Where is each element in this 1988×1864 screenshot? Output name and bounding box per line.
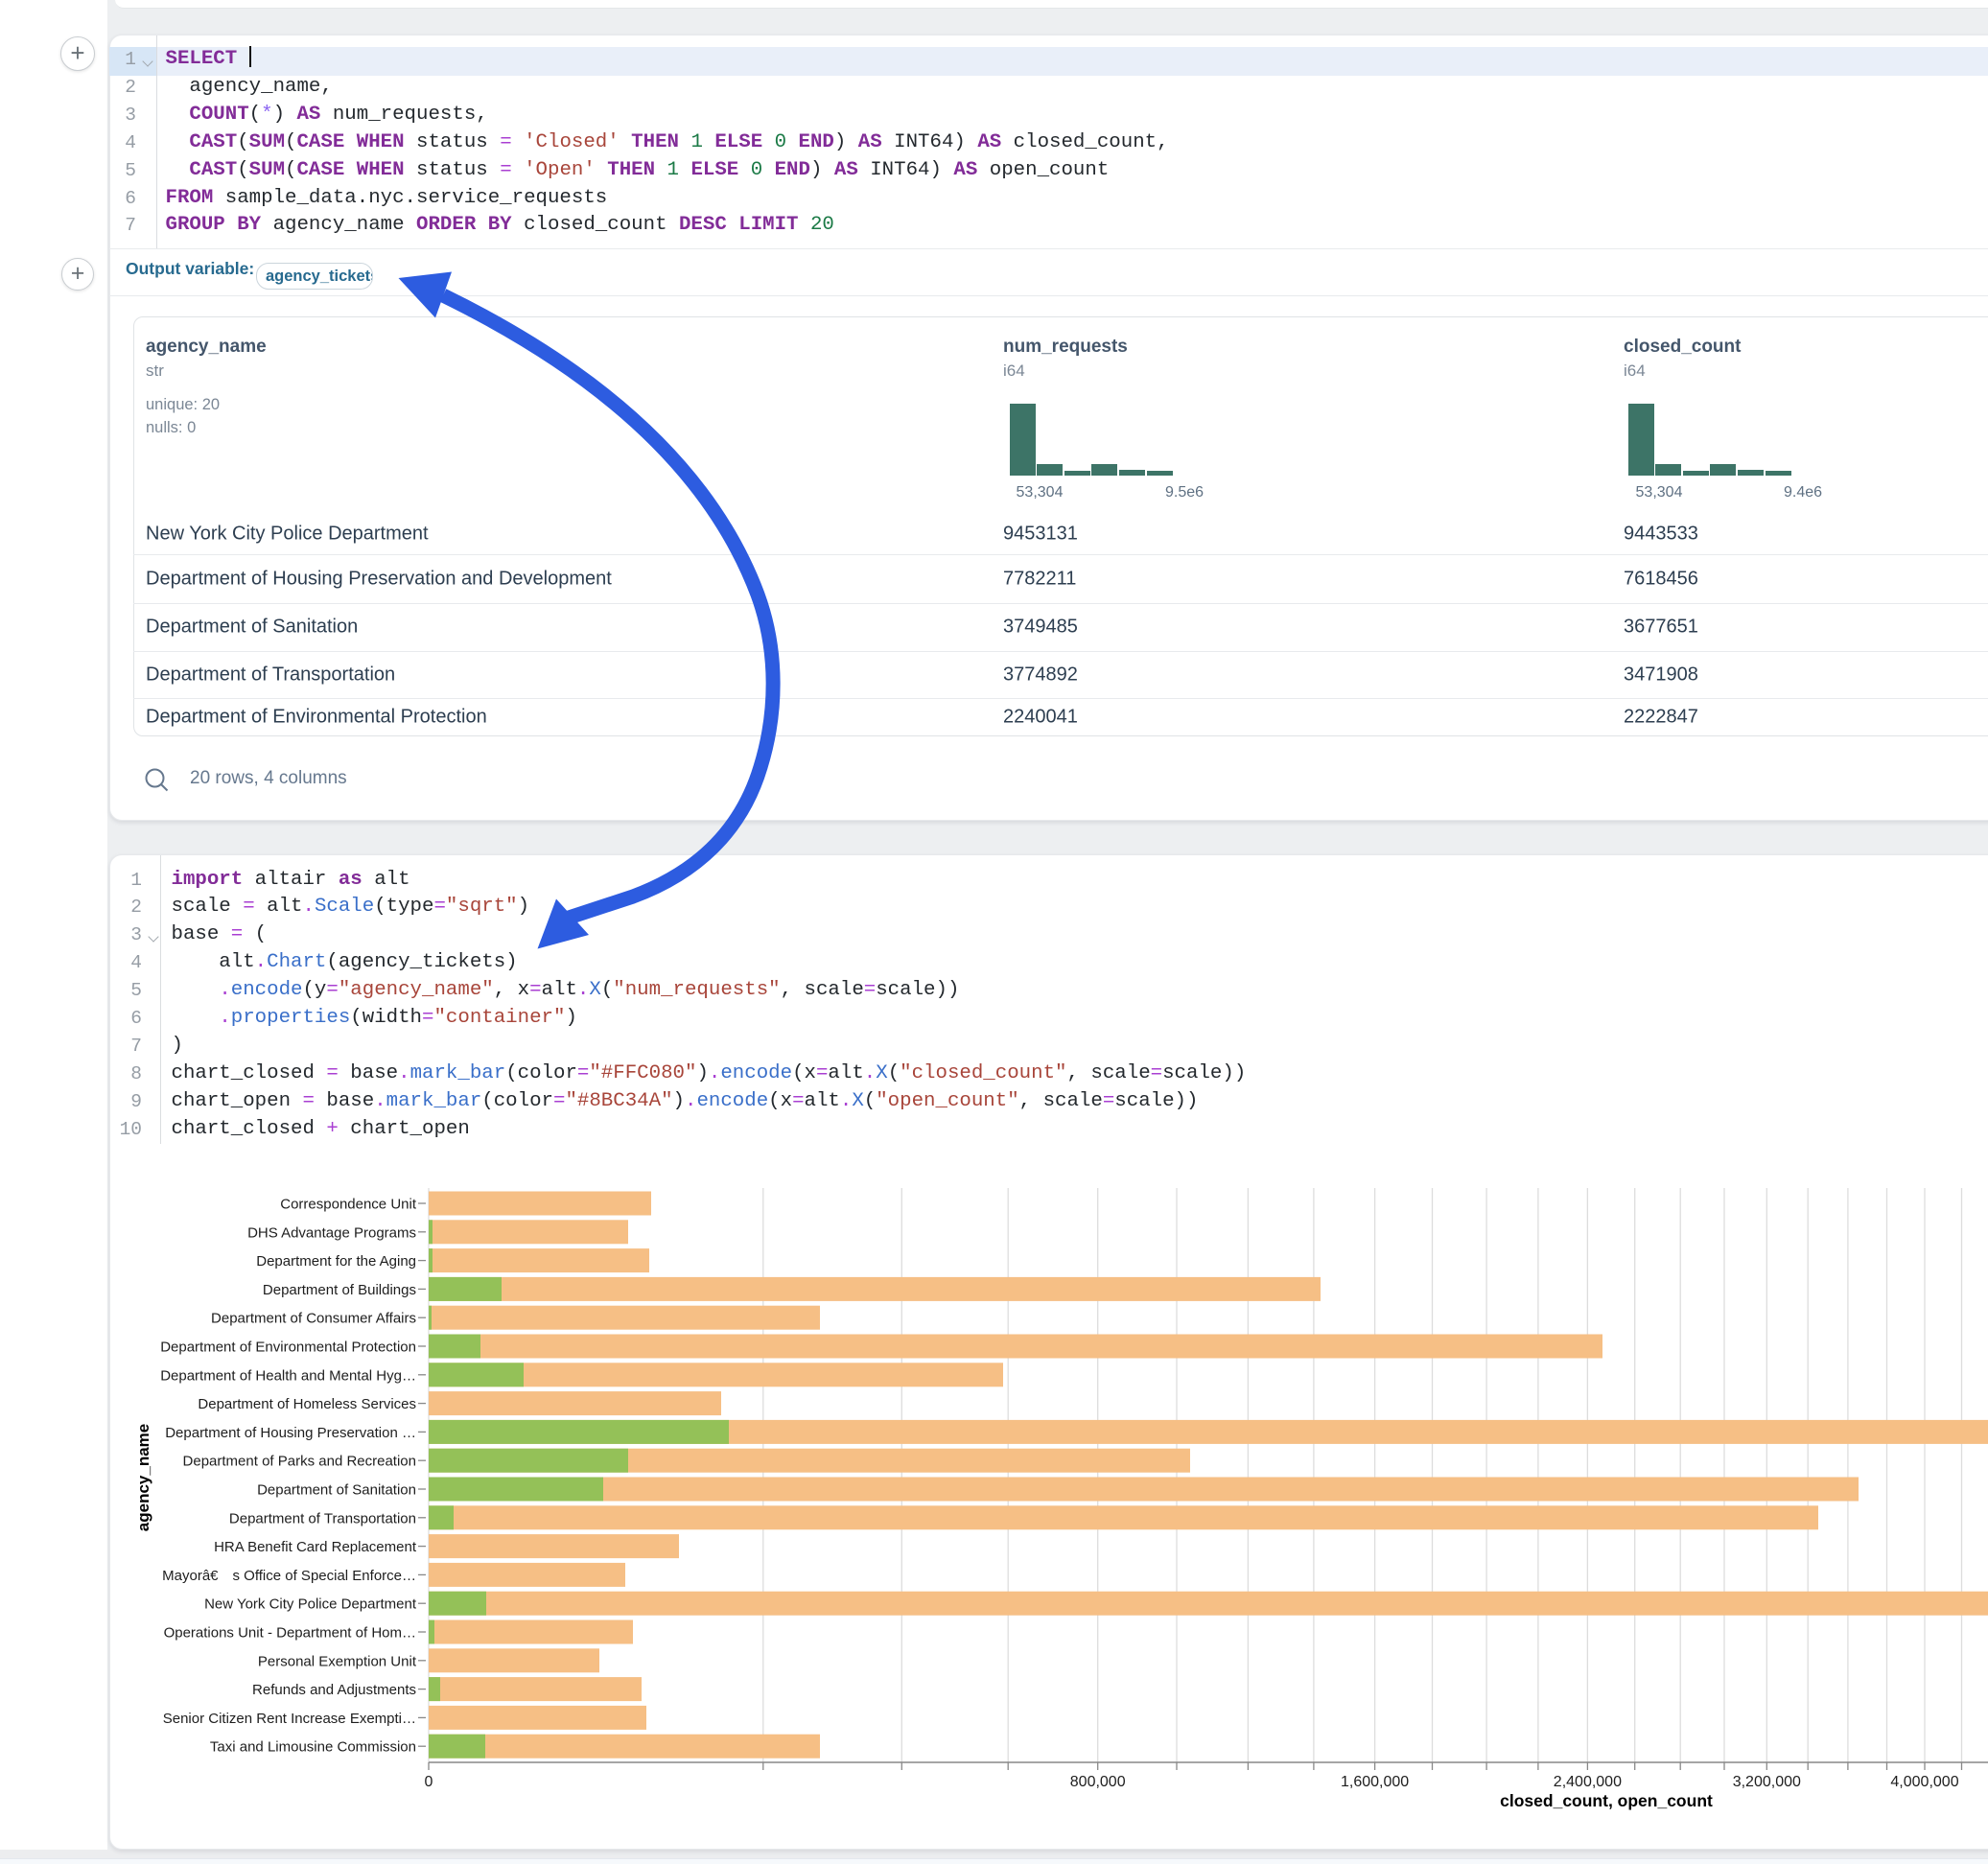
svg-text:4,000,000: 4,000,000 <box>1890 1774 1958 1790</box>
svg-text:0: 0 <box>425 1774 433 1790</box>
svg-text:Department of Environmental Pr: Department of Environmental Protection <box>160 1340 416 1356</box>
svg-text:DHS Advantage Programs: DHS Advantage Programs <box>247 1224 416 1241</box>
svg-text:Refunds and Adjustments: Refunds and Adjustments <box>252 1682 416 1698</box>
svg-text:Department of Consumer Affairs: Department of Consumer Affairs <box>211 1311 416 1327</box>
svg-text:Department of Buildings: Department of Buildings <box>263 1282 416 1298</box>
svg-text:3,200,000: 3,200,000 <box>1733 1774 1801 1790</box>
svg-text:Department for the Aging: Department for the Aging <box>256 1253 416 1270</box>
svg-text:2,400,000: 2,400,000 <box>1554 1774 1622 1790</box>
svg-text:Correspondence Unit: Correspondence Unit <box>280 1197 417 1213</box>
svg-text:Department of Transportation: Department of Transportation <box>229 1510 416 1526</box>
svg-text:Operations Unit - Department o: Operations Unit - Department of Hom… <box>164 1625 416 1642</box>
svg-text:Mayorâ€ s Office of Special En: Mayorâ€ s Office of Special Enforce… <box>162 1568 416 1584</box>
svg-text:1,600,000: 1,600,000 <box>1341 1774 1409 1790</box>
svg-text:Department of Sanitation: Department of Sanitation <box>257 1482 416 1499</box>
svg-text:Department of Parks and Recrea: Department of Parks and Recreation <box>183 1454 416 1470</box>
svg-text:Senior Citizen Rent Increase E: Senior Citizen Rent Increase Exempti… <box>163 1711 416 1727</box>
svg-text:Department of Health and Menta: Department of Health and Mental Hyg… <box>160 1367 416 1384</box>
svg-text:Taxi and Limousine Commission: Taxi and Limousine Commission <box>210 1739 416 1756</box>
svg-text:Personal Exemption Unit: Personal Exemption Unit <box>258 1653 417 1669</box>
svg-text:Department of Homeless Service: Department of Homeless Services <box>198 1396 416 1412</box>
svg-text:Department of Housing Preserva: Department of Housing Preservation … <box>165 1425 416 1441</box>
svg-text:HRA Benefit Card Replacement: HRA Benefit Card Replacement <box>214 1539 417 1555</box>
svg-text:New York City Police Departmen: New York City Police Department <box>204 1596 417 1613</box>
svg-text:agency_name: agency_name <box>134 1424 152 1531</box>
svg-text:closed_count, open_count: closed_count, open_count <box>1500 1791 1713 1810</box>
svg-text:800,000: 800,000 <box>1070 1774 1126 1790</box>
